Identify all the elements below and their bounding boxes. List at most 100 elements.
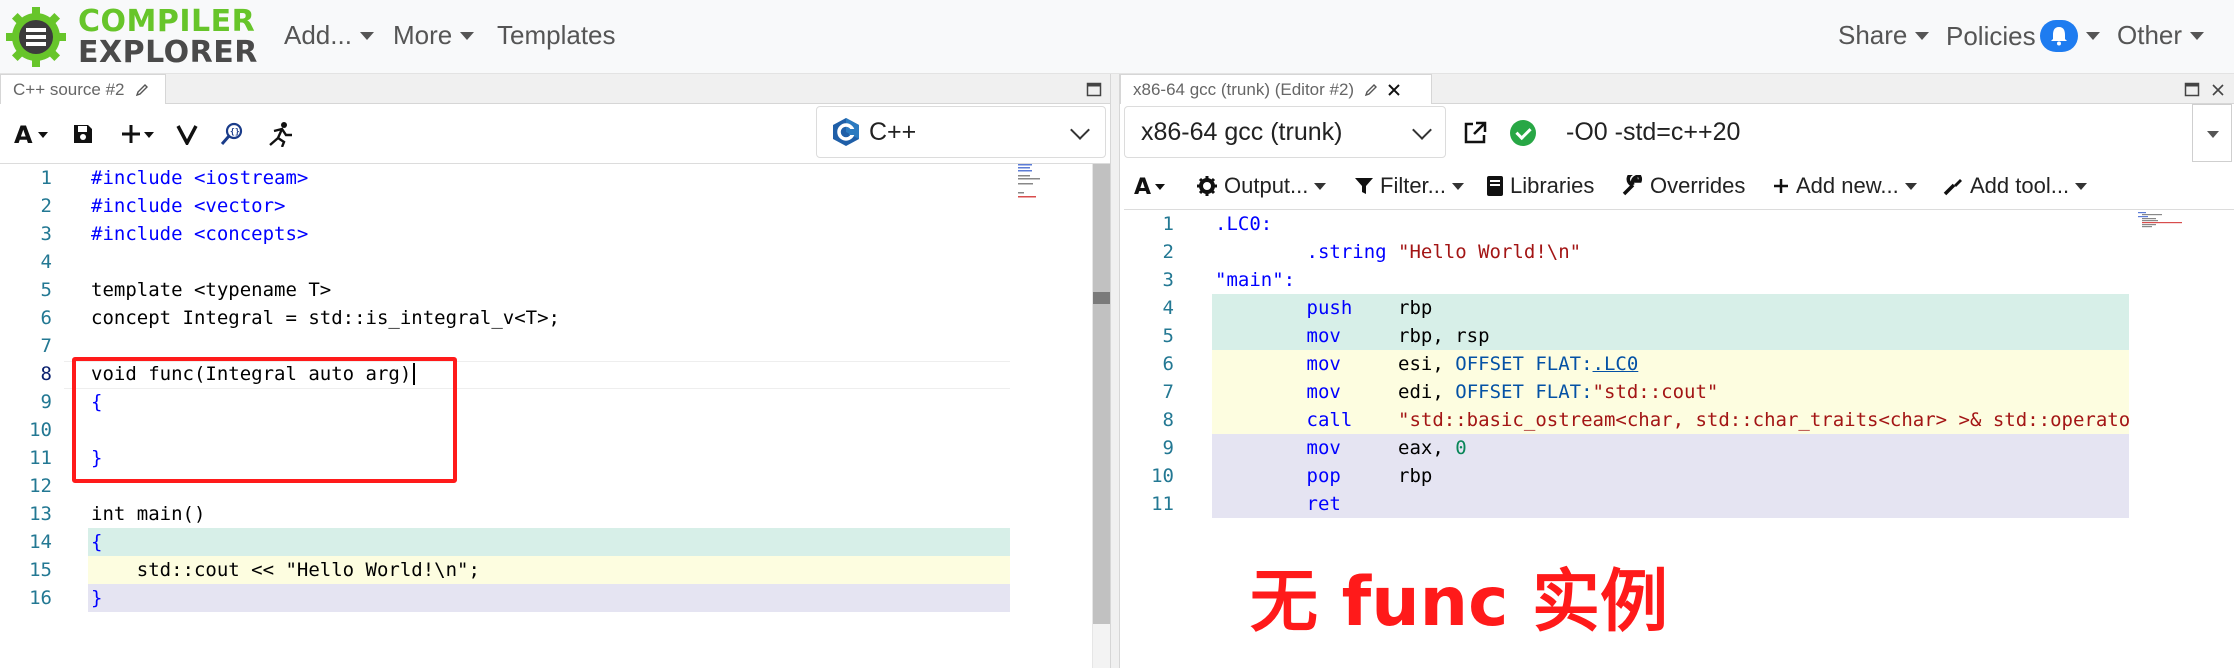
line-number: 11 <box>29 447 52 469</box>
close-icon[interactable] <box>1386 82 1402 98</box>
left-tabbar: C++ source #2 <box>0 74 1110 104</box>
add-new-label: Add new... <box>1796 173 1899 198</box>
tab-cpp-source[interactable]: C++ source #2 <box>0 74 166 104</box>
asm-directive: .string <box>1306 241 1387 263</box>
asm-string: "Hello World!\n" <box>1398 241 1582 263</box>
output-menu[interactable]: Output... <box>1196 170 1327 202</box>
add-pane-button[interactable] <box>118 118 158 150</box>
filter-menu[interactable]: Filter... <box>1354 170 1465 202</box>
more-menu[interactable]: More <box>393 20 475 51</box>
scrollbar-thumb[interactable] <box>1093 164 1111 624</box>
code-text: #include <iostream> <box>91 167 309 189</box>
line-number: 6 <box>40 307 52 329</box>
vim-mode-button[interactable] <box>176 118 198 150</box>
line-number: 2 <box>40 195 52 217</box>
add-tool-menu[interactable]: Add tool... <box>1942 170 2088 202</box>
line-number: 12 <box>29 475 52 497</box>
pane-splitter[interactable] <box>1110 74 1120 668</box>
code-text: template <typename T> <box>91 279 332 301</box>
chevron-down-icon <box>1070 120 1090 140</box>
gear-icon <box>1197 176 1217 196</box>
templates-label: Templates <box>497 20 616 50</box>
overrides-label: Overrides <box>1650 173 1746 198</box>
overrides-button[interactable]: Overrides <box>1622 170 1745 202</box>
asm-label-link[interactable]: .LC0 <box>1593 353 1639 375</box>
line-number: 8 <box>1162 409 1174 431</box>
compiler-options-input[interactable] <box>1548 104 2192 160</box>
libraries-button[interactable]: Libraries <box>1486 170 1594 202</box>
maximize-icon[interactable] <box>2184 82 2200 98</box>
tab-compiler[interactable]: x86-64 gcc (trunk) (Editor #2) <box>1120 74 1432 104</box>
code-text: #include <concepts> <box>91 223 309 245</box>
line-number: 11 <box>1151 493 1174 515</box>
asm-operand: rbp, rsp <box>1398 325 1490 347</box>
line-number: 13 <box>29 503 52 525</box>
caret-down-icon <box>1904 182 1917 190</box>
asm-minimap[interactable] <box>2138 210 2208 230</box>
code-line: 7 <box>0 332 1010 360</box>
preprocess-button[interactable]: {} <box>220 118 246 150</box>
language-select[interactable]: C++ <box>816 106 1106 158</box>
code-text: } <box>91 587 103 609</box>
plus-icon <box>122 125 154 143</box>
line-number: 7 <box>1162 381 1174 403</box>
line-highlight-green <box>88 528 1010 556</box>
asm-instruction: ret <box>1306 493 1341 515</box>
add-menu[interactable]: Add... <box>284 20 374 51</box>
quick-bench-button[interactable] <box>266 118 294 150</box>
policies-menu-label: Policies <box>1946 20 2036 51</box>
share-menu-label: Share <box>1838 20 1908 50</box>
popout-icon[interactable] <box>1462 120 1488 146</box>
line-number: 3 <box>40 223 52 245</box>
asm-operand: edi, <box>1398 381 1456 403</box>
compiler-explorer-logo[interactable]: COMPILER EXPLORER <box>4 4 258 70</box>
font-size-button[interactable]: A <box>14 118 54 150</box>
book-icon <box>1487 176 1503 196</box>
compile-ok-icon[interactable] <box>1510 120 1536 146</box>
templates-link[interactable]: Templates <box>497 20 616 51</box>
code-line: 15 std::cout << "Hello World!\n"; <box>0 556 1010 584</box>
vim-icon <box>176 125 198 145</box>
policies-menu[interactable]: Policies <box>1946 20 2100 52</box>
tab-cpp-source-label: C++ source #2 <box>13 79 125 99</box>
code-line: 13 int main() <box>0 500 1010 528</box>
editor-minimap[interactable] <box>1018 162 1058 202</box>
line-number: 15 <box>29 559 52 581</box>
bell-icon <box>2039 20 2078 52</box>
line-number: 5 <box>40 279 52 301</box>
asm-line: 1 .LC0: <box>1124 210 2129 238</box>
pencil-icon[interactable] <box>1364 83 1378 97</box>
options-history-dropdown[interactable] <box>2192 104 2232 162</box>
asm-font-size-button[interactable]: A <box>1134 170 1176 202</box>
asm-line: 2 .string "Hello World!\n" <box>1124 238 2129 266</box>
pencil-icon[interactable] <box>135 83 149 97</box>
share-menu[interactable]: Share <box>1838 20 1930 51</box>
chevron-down-icon <box>1412 120 1432 140</box>
line-number: 8 <box>40 363 52 385</box>
code-text: std::cout << "Hello World!\n"; <box>91 559 480 581</box>
add-new-menu[interactable]: Add new... <box>1772 170 1917 202</box>
code-line: 16} <box>0 584 1010 612</box>
asm-operand: rbp <box>1398 465 1433 487</box>
other-menu[interactable]: Other <box>2117 20 2205 51</box>
code-text: { <box>91 531 103 553</box>
close-pane-icon[interactable] <box>2210 82 2226 98</box>
line-number: 16 <box>29 587 52 609</box>
editor-scrollbar[interactable] <box>1092 164 1111 668</box>
tab-compiler-label: x86-64 gcc (trunk) (Editor #2) <box>1133 79 1355 99</box>
code-line: 4 <box>0 248 1010 276</box>
asm-line: 11 ret <box>1124 490 2129 518</box>
line-highlight-purple <box>88 584 1010 612</box>
logo-text-explorer: EXPLORER <box>78 35 258 70</box>
maximize-icon[interactable] <box>1086 82 1102 98</box>
line-number: 3 <box>1162 269 1174 291</box>
cpp-logo-icon <box>833 118 859 146</box>
filter-menu-label: Filter... <box>1380 173 1447 198</box>
wrench-icon <box>1622 175 1643 196</box>
save-button[interactable] <box>72 118 94 150</box>
svg-text:A: A <box>1134 175 1151 199</box>
line-number: 10 <box>29 419 52 441</box>
compiler-select[interactable]: x86-64 gcc (trunk) <box>1124 106 1446 158</box>
code-line: 2 #include <vector> <box>0 192 1010 220</box>
line-number: 2 <box>1162 241 1174 263</box>
